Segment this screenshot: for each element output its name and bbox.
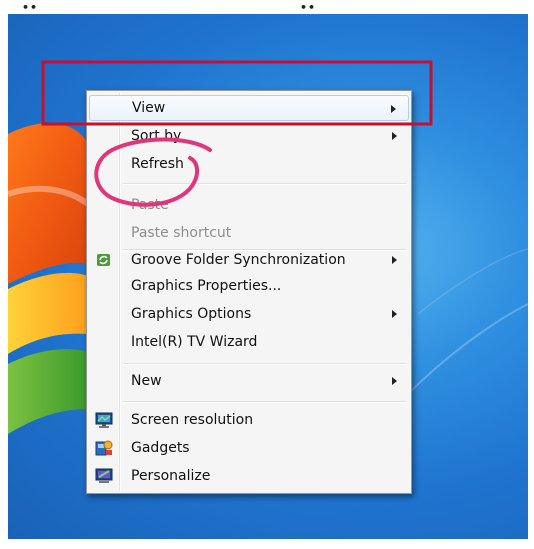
personalize-icon xyxy=(95,467,113,485)
submenu-arrow-icon xyxy=(392,310,397,318)
menu-item-label: Gadgets xyxy=(131,440,190,456)
menu-item-label: Graphics Properties... xyxy=(131,278,282,294)
menu-item-label: Personalize xyxy=(131,468,211,484)
menu-item-groove-folder-sync[interactable]: Groove Folder Synchronization xyxy=(89,247,409,273)
menu-item-label: Sort by xyxy=(131,128,182,144)
menu-item-new[interactable]: New xyxy=(89,368,409,394)
gadgets-icon xyxy=(95,439,113,457)
menu-item-label: Groove Folder Synchronization xyxy=(131,252,346,268)
menu-item-label: Paste xyxy=(131,197,169,213)
menu-item-view[interactable]: View xyxy=(89,95,409,121)
submenu-arrow-icon xyxy=(391,105,396,113)
top-marks: •• •• xyxy=(0,0,534,14)
submenu-arrow-icon xyxy=(392,256,397,264)
menu-item-intel-tv-wizard[interactable]: Intel(R) TV Wizard xyxy=(89,329,409,355)
menu-item-label: Paste shortcut xyxy=(131,225,232,241)
menu-item-personalize[interactable]: Personalize xyxy=(89,463,409,489)
menu-item-graphics-options[interactable]: Graphics Options xyxy=(89,301,409,327)
menu-separator xyxy=(123,183,407,185)
submenu-arrow-icon xyxy=(392,377,397,385)
groove-sync-icon xyxy=(95,251,113,269)
menu-separator xyxy=(123,363,407,365)
menu-item-paste-shortcut[interactable]: Paste shortcut xyxy=(89,220,409,246)
menu-item-graphics-properties[interactable]: Graphics Properties... xyxy=(89,273,409,299)
menu-item-paste[interactable]: Paste xyxy=(89,192,409,218)
menu-item-gadgets[interactable]: Gadgets xyxy=(89,435,409,461)
top-mark-right: •• xyxy=(300,1,317,14)
menu-item-refresh[interactable]: Refresh xyxy=(89,151,409,177)
desktop-context-menu: View Sort by Refresh Paste Paste shortcu… xyxy=(86,90,412,494)
menu-separator xyxy=(123,401,407,403)
menu-item-label: View xyxy=(132,100,166,116)
menu-item-label: Screen resolution xyxy=(131,412,254,428)
top-mark-left: •• xyxy=(22,1,39,14)
menu-item-screen-resolution[interactable]: Screen resolution xyxy=(89,407,409,433)
menu-item-label: New xyxy=(131,373,162,389)
display-icon xyxy=(95,411,113,429)
menu-item-label: Graphics Options xyxy=(131,306,252,322)
menu-item-label: Refresh xyxy=(131,156,184,172)
submenu-arrow-icon xyxy=(392,132,397,140)
menu-item-label: Intel(R) TV Wizard xyxy=(131,334,258,350)
menu-item-sort-by[interactable]: Sort by xyxy=(89,123,409,149)
